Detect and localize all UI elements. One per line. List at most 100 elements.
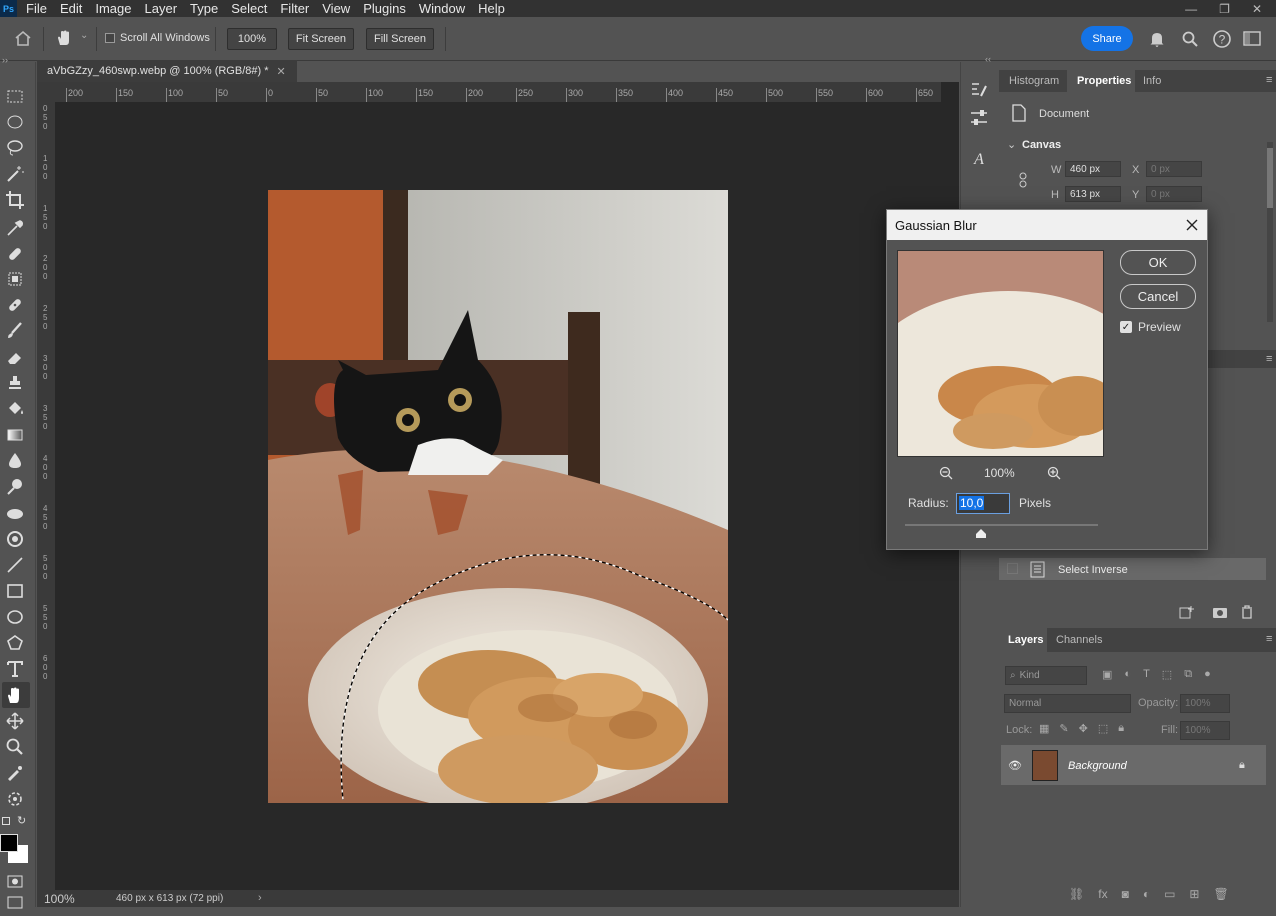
fit-screen-button[interactable]: Fit Screen [288,28,354,50]
canvas-x-field[interactable]: 0 px [1146,161,1202,177]
menu-image[interactable]: Image [95,1,131,16]
lock-transparency-icon[interactable]: ▦ [1039,722,1049,735]
status-zoom[interactable]: 100% [44,892,75,906]
layer-lock-icon[interactable]: 🔒︎ [1239,759,1245,772]
collapse-strip-icon[interactable]: ‹‹ [985,54,991,64]
color-replace-icon[interactable] [4,528,26,550]
foreground-color-swatch[interactable] [0,834,18,852]
link-dimensions-icon[interactable] [1018,172,1028,188]
menu-edit[interactable]: Edit [60,1,82,16]
panel-menu-icon[interactable]: ≡ [1266,74,1272,86]
magic-wand-icon[interactable] [4,163,26,185]
layer-name[interactable]: Background [1068,760,1127,772]
menu-view[interactable]: View [322,1,350,16]
canvas-width-field[interactable]: 460 px [1065,161,1121,177]
content-aware-icon[interactable] [4,788,26,810]
radius-slider-handle[interactable] [975,528,987,539]
radius-slider-track[interactable] [905,524,1098,526]
quick-mask-icon[interactable] [4,870,26,892]
adjustment-layer-icon[interactable]: ◐ [1143,887,1150,901]
filter-toggle-icon[interactable]: ● [1204,668,1211,684]
canvas-y-field[interactable]: 0 px [1146,186,1202,202]
cancel-button[interactable]: Cancel [1120,284,1196,309]
fx-icon[interactable]: fx [1098,887,1107,901]
menu-layer[interactable]: Layer [145,1,178,16]
minimize-icon[interactable]: — [1185,2,1197,16]
spot-healing-icon[interactable] [4,294,26,316]
polygon-tool-icon[interactable] [4,632,26,654]
paint-bucket-icon[interactable] [4,398,26,420]
zoom-in-icon[interactable] [1047,466,1061,480]
scroll-all-checkbox[interactable] [105,33,115,43]
dialog-titlebar[interactable]: Gaussian Blur [887,210,1207,240]
zoom-100-button[interactable]: 100% [227,28,277,50]
close-icon[interactable] [1185,218,1199,232]
lasso-tool-icon[interactable] [4,137,26,159]
lock-pixels-icon[interactable]: ✎ [1059,722,1068,735]
status-expand-icon[interactable]: › [258,892,262,904]
menu-type[interactable]: Type [190,1,218,16]
crop-tool-icon[interactable] [4,189,26,211]
tab-channels[interactable]: Channels [1056,634,1102,646]
opacity-field[interactable]: 100% [1180,694,1230,713]
line-tool-icon[interactable] [4,554,26,576]
new-layer-icon[interactable]: ⊞ [1189,887,1199,901]
chevron-down-icon[interactable]: ⌄ [1007,138,1016,151]
blend-mode-select[interactable]: Normal [1004,694,1131,713]
type-tool-icon[interactable] [4,658,26,680]
clone-stamp-icon[interactable] [4,372,26,394]
history-menu-icon[interactable]: ≡ [1266,353,1272,365]
tab-info[interactable]: Info [1143,75,1161,87]
blur-tool-icon[interactable] [4,450,26,472]
status-doc-info[interactable]: 460 px x 613 px (72 ppi) [116,893,223,904]
layers-menu-icon[interactable]: ≡ [1266,633,1272,645]
default-colors-icon[interactable] [2,817,10,825]
help-icon[interactable]: ? [1212,29,1232,49]
tab-layers[interactable]: Layers [1008,634,1043,646]
adjustments-panel-icon[interactable] [969,108,989,128]
share-button[interactable]: Share [1081,26,1133,51]
blur-preview-image[interactable] [897,250,1104,457]
canvas-image[interactable] [268,190,728,803]
radius-input[interactable]: 10,0 [956,493,1010,514]
lock-artboard-icon[interactable]: ⬚ [1098,722,1108,735]
shape-filter-icon[interactable]: ⬚ [1162,668,1172,684]
close-window-icon[interactable]: ✕ [1252,2,1262,16]
ellipse-tool-icon[interactable] [4,606,26,628]
link-layers-icon[interactable]: ⛓︎ [1069,887,1084,901]
pen-tool-icon[interactable] [4,502,26,524]
add-mask-icon[interactable]: ◙ [1122,887,1129,901]
type-filter-icon[interactable]: T [1143,668,1150,684]
marquee-tool-icon[interactable] [4,85,26,107]
eyedropper-icon[interactable] [4,217,26,239]
history-panel-icon[interactable] [969,80,989,100]
properties-scrollbar[interactable] [1267,142,1273,322]
home-icon[interactable] [14,30,32,47]
move-tool-icon[interactable] [4,710,26,732]
fill-field[interactable]: 100% [1180,721,1230,740]
zoom-out-icon[interactable] [939,466,953,480]
menu-plugins[interactable]: Plugins [363,1,406,16]
trash-icon[interactable] [1240,605,1254,619]
close-tab-icon[interactable]: ✕ [277,65,286,78]
menu-window[interactable]: Window [419,1,465,16]
new-document-from-state-icon[interactable] [1179,605,1195,619]
hand-tool-icon[interactable] [55,29,73,47]
lock-position-icon[interactable]: ✥ [1079,722,1088,735]
smart-object-filter-icon[interactable]: ⧉ [1184,668,1192,684]
chevron-down-icon[interactable]: ⌄ [80,30,88,41]
character-panel-icon[interactable]: A [969,148,989,168]
history-snapshot-box[interactable] [1007,563,1018,574]
preview-checkbox[interactable]: ✓ [1120,321,1132,333]
lock-all-icon[interactable]: 🔒︎ [1118,722,1124,735]
pixel-filter-icon[interactable]: ▣ [1102,668,1112,684]
menu-select[interactable]: Select [231,1,267,16]
new-group-icon[interactable]: ▭ [1164,887,1175,901]
workspace-icon[interactable] [1243,31,1261,46]
adjustment-filter-icon[interactable]: ◐ [1124,668,1131,684]
healing-brush-icon[interactable] [4,243,26,265]
canvas-height-field[interactable]: 613 px [1065,186,1121,202]
bell-icon[interactable] [1148,30,1166,48]
search-icon[interactable] [1181,30,1199,48]
tab-histogram[interactable]: Histogram [1009,75,1059,87]
